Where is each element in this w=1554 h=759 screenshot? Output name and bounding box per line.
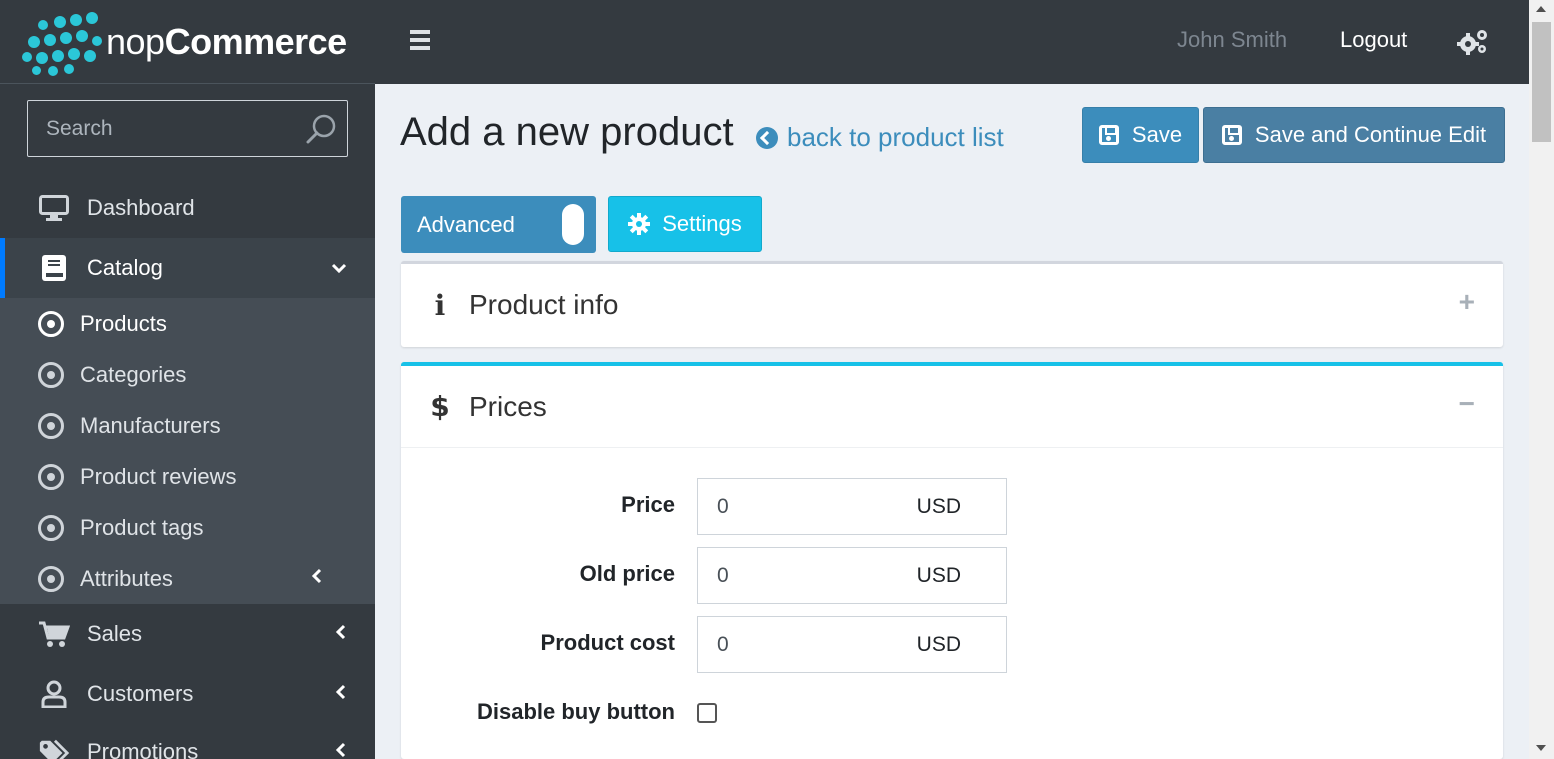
catalog-submenu: Products Categories Manufacturers Produc…: [0, 298, 375, 604]
card-title: Product info: [469, 289, 619, 320]
collapse-minus-icon[interactable]: −: [1459, 388, 1475, 420]
sidebar: nopCommerce Dashboard Catalog Products C…: [0, 0, 375, 759]
sidebar-subitem-label: Products: [80, 310, 167, 336]
save-button[interactable]: Save: [1082, 107, 1199, 163]
settings-button-label: Settings: [662, 211, 742, 236]
scroll-thumb[interactable]: [1532, 22, 1551, 142]
old-price-row: Old price USD: [401, 547, 1503, 604]
product-cost-input[interactable]: [698, 632, 888, 657]
circle-dot-icon: [38, 361, 64, 388]
currency-label: USD: [916, 563, 961, 587]
save-and-continue-edit-button[interactable]: Save and Continue Edit: [1203, 107, 1505, 163]
back-link-label: back to product list: [787, 122, 1004, 152]
sidebar-subitem-product-tags[interactable]: Product tags: [0, 502, 375, 553]
brand-logo-link[interactable]: nopCommerce: [0, 0, 375, 84]
tags-icon: [38, 738, 70, 759]
disable-buy-button-label: Disable buy button: [477, 699, 675, 724]
circle-dot-icon: [38, 565, 64, 592]
gears-icon[interactable]: [1457, 28, 1489, 56]
sidebar-search: [27, 100, 348, 157]
product-cost-input-group: USD: [697, 616, 1007, 673]
advanced-mode-toggle[interactable]: Advanced: [401, 196, 596, 253]
sidebar-subitem-attributes[interactable]: Attributes: [0, 553, 375, 604]
sidebar-subitem-label: Attributes: [80, 565, 173, 591]
sidebar-item-dashboard[interactable]: Dashboard: [0, 178, 375, 238]
advanced-toggle-label: Advanced: [417, 211, 515, 237]
sidebar-item-label: Promotions: [87, 739, 199, 759]
chevron-left-icon: [311, 568, 323, 589]
sidebar-item-sales[interactable]: Sales: [0, 604, 375, 664]
sidebar-subitem-label: Categories: [80, 361, 187, 387]
floppy-disk-icon: [1098, 125, 1119, 145]
sidebar-subitem-categories[interactable]: Categories: [0, 349, 375, 400]
page-scrollbar[interactable]: [1529, 0, 1554, 759]
chevron-left-icon: [335, 624, 347, 645]
top-navbar: John Smith Logout: [375, 0, 1529, 84]
sidebar-item-catalog[interactable]: Catalog: [0, 238, 375, 298]
price-input[interactable]: [698, 494, 888, 519]
sidebar-item-customers[interactable]: Customers: [0, 664, 375, 724]
expand-plus-icon[interactable]: +: [1459, 286, 1475, 318]
chevron-left-icon: [335, 742, 347, 759]
nopcommerce-logo-icon: [18, 11, 102, 76]
user-icon: [38, 680, 70, 708]
save-continue-button-label: Save and Continue Edit: [1254, 122, 1487, 147]
sidebar-item-label: Catalog: [87, 255, 163, 280]
sidebar-item-label: Sales: [87, 621, 143, 646]
search-input[interactable]: [46, 116, 296, 141]
price-input-group: USD: [697, 478, 1007, 535]
gear-icon: [628, 213, 651, 235]
sidebar-subitem-products[interactable]: Products: [0, 298, 375, 349]
chevron-down-icon: [331, 258, 347, 279]
scroll-down-arrow-icon[interactable]: [1536, 745, 1546, 751]
logout-link[interactable]: Logout: [1340, 27, 1407, 53]
price-row: Price USD: [401, 478, 1503, 535]
disable-buy-button-row: Disable buy button: [401, 685, 1503, 742]
scroll-up-arrow-icon[interactable]: [1536, 6, 1546, 12]
circle-dot-icon: [38, 514, 64, 541]
product-info-card-header[interactable]: i Product info +: [401, 264, 1503, 346]
cart-icon: [38, 620, 70, 648]
prices-card: $ Prices − Price USD Old price USD Produ…: [401, 362, 1503, 759]
brand-name: nopCommerce: [106, 20, 347, 62]
back-to-product-list-link[interactable]: back to product list: [756, 122, 1004, 153]
sidebar-subitem-manufacturers[interactable]: Manufacturers: [0, 400, 375, 451]
old-price-input-group: USD: [697, 547, 1007, 604]
product-cost-row: Product cost USD: [401, 616, 1503, 673]
floppy-disk-icon: [1221, 125, 1242, 145]
prices-card-header[interactable]: $ Prices −: [401, 366, 1503, 448]
old-price-input[interactable]: [698, 563, 888, 588]
product-cost-label: Product cost: [540, 630, 675, 655]
save-button-label: Save: [1131, 122, 1183, 147]
price-label: Price: [621, 492, 675, 517]
disable-buy-button-checkbox[interactable]: [697, 703, 717, 723]
old-price-label: Old price: [579, 561, 675, 586]
sidebar-item-promotions[interactable]: Promotions: [0, 722, 375, 759]
arrow-circle-left-icon: [756, 126, 778, 149]
monitor-icon: [38, 194, 70, 222]
menu-toggle-icon[interactable]: [410, 30, 430, 52]
info-icon: i: [434, 288, 446, 322]
circle-dot-icon: [38, 412, 64, 439]
product-info-card: i Product info +: [401, 261, 1503, 347]
circle-dot-icon: [38, 310, 64, 337]
dollar-icon: $: [430, 390, 450, 423]
settings-button[interactable]: Settings: [608, 196, 762, 252]
currency-label: USD: [916, 632, 961, 656]
sidebar-subitem-label: Manufacturers: [80, 412, 221, 438]
search-icon[interactable]: [305, 113, 337, 145]
sidebar-subitem-label: Product tags: [80, 514, 204, 540]
circle-dot-icon: [38, 463, 64, 490]
sidebar-item-label: Dashboard: [87, 195, 195, 220]
user-name: John Smith: [1177, 27, 1288, 52]
toggle-switch-knob: [562, 204, 584, 245]
currency-label: USD: [916, 494, 961, 518]
sidebar-subitem-product-reviews[interactable]: Product reviews: [0, 451, 375, 502]
page-title: Add a new product: [400, 110, 734, 154]
sidebar-item-label: Customers: [87, 681, 194, 706]
sidebar-subitem-label: Product reviews: [80, 463, 237, 489]
card-title: Prices: [469, 390, 547, 422]
chevron-left-icon: [335, 684, 347, 705]
book-icon: [38, 254, 70, 282]
